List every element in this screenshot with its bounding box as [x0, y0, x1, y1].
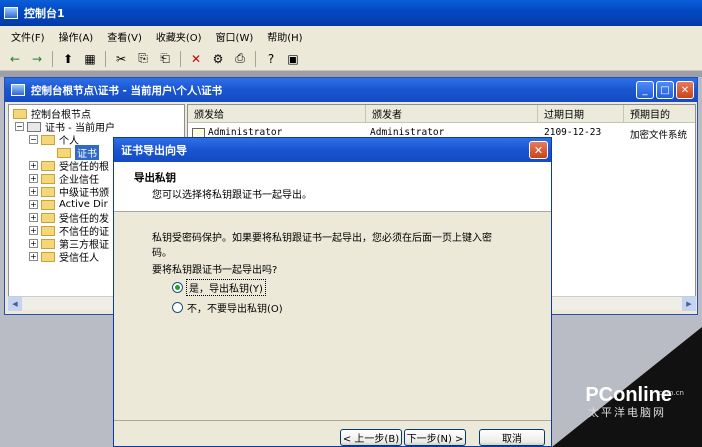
expand-icon[interactable]: + [29, 200, 38, 209]
certificate-window-title-bar[interactable]: 控制台根节点\证书 - 当前用户\个人\证书 [5, 78, 697, 102]
collapse-icon[interactable]: − [15, 122, 24, 131]
tree-node[interactable]: + 受信任人 [29, 250, 99, 264]
folder-open-icon [57, 147, 71, 158]
properties-icon[interactable]: ⚙ [209, 50, 227, 68]
folder-icon [41, 212, 55, 223]
dialog-title: 证书导出向导 [121, 144, 187, 157]
menu-help[interactable]: 帮助(H) [260, 29, 309, 44]
folder-icon [41, 199, 55, 210]
radio-label: 不，不要导出私钥(O) [187, 304, 283, 315]
menu-bar: 文件(F) 操作(A) 查看(V) 收藏夹(O) 窗口(W) 帮助(H) [0, 26, 702, 47]
toolbar-separator [180, 50, 181, 67]
close-icon[interactable]: ✕ [676, 81, 694, 99]
copy-icon[interactable]: ⎘ [134, 50, 152, 68]
folder-icon [41, 238, 55, 249]
app-title-bar[interactable]: 控制台1 [0, 0, 702, 26]
close-icon[interactable]: ✕ [529, 141, 548, 159]
window-controls: _ □ ✕ [636, 81, 694, 99]
minimize-icon[interactable]: _ [636, 81, 654, 99]
folder-icon [41, 160, 55, 171]
wizard-description: 私钥受密码保护。如果要将私钥跟证书一起导出，您必须在后面一页上键入密 码。 [152, 229, 532, 259]
expand-icon[interactable]: + [29, 226, 38, 235]
tree-node-label: Active Dir [59, 199, 108, 210]
column-header-issued-to[interactable]: 颁发给 [188, 105, 366, 123]
wizard-header: 导出私钥 您可以选择将私钥跟证书一起导出。 [114, 162, 551, 212]
cell-expiration: 2109-12-23 [544, 127, 602, 138]
collapse-icon[interactable]: − [29, 135, 38, 144]
folder-icon [41, 251, 55, 262]
maximize-icon[interactable]: □ [656, 81, 674, 99]
folder-icon [41, 225, 55, 236]
scroll-left-icon[interactable]: ◀ [8, 297, 22, 311]
watermark-subtitle: 太平洋电脑网 [588, 406, 666, 419]
wizard-question: 要将私钥跟证书一起导出吗? [152, 265, 278, 276]
back-icon[interactable]: ← [6, 50, 24, 68]
console-icon [11, 84, 25, 96]
up-folder-icon[interactable]: ⬆ [59, 50, 77, 68]
certificate-store-icon [27, 121, 41, 132]
radio-button[interactable] [172, 302, 183, 313]
radio-label: 是，导出私钥(Y) [186, 279, 266, 296]
tree-node-label: 受信任人 [59, 253, 99, 264]
expand-icon[interactable]: + [29, 174, 38, 183]
radio-button[interactable] [172, 282, 183, 293]
expand-icon[interactable]: + [29, 239, 38, 248]
folder-icon [41, 173, 55, 184]
toolbar-separator [52, 50, 53, 67]
column-header-expiration[interactable]: 过期日期 [538, 105, 624, 123]
certificate-window-title: 控制台根节点\证书 - 当前用户\个人\证书 [31, 84, 223, 97]
menu-file[interactable]: 文件(F) [4, 29, 52, 44]
cut-icon[interactable]: ✂ [112, 50, 130, 68]
folder-icon [41, 134, 55, 145]
export-list-icon[interactable]: ⎙ [231, 50, 249, 68]
wizard-heading: 导出私钥 [134, 172, 176, 184]
tree-node-label: 证书 - 当前用户 [45, 123, 115, 134]
export-wizard-dialog: 证书导出向导 ✕ 导出私钥 您可以选择将私钥跟证书一起导出。 私钥受密码保护。如… [113, 137, 552, 447]
certificate-icon [192, 127, 205, 138]
folder-icon [13, 108, 27, 119]
expand-icon[interactable]: + [29, 213, 38, 222]
radio-export-yes[interactable]: 是，导出私钥(Y) [172, 279, 266, 296]
cell-purpose: 加密文件系统 [630, 130, 688, 141]
folder-icon [41, 186, 55, 197]
help-icon[interactable]: ? [262, 50, 280, 68]
column-header-purpose[interactable]: 预期目的 [624, 105, 695, 123]
menu-action[interactable]: 操作(A) [52, 29, 101, 44]
dialog-title-bar[interactable]: 证书导出向导 [114, 138, 551, 162]
expand-icon[interactable]: + [29, 252, 38, 261]
show-tree-icon[interactable]: ▦ [81, 50, 99, 68]
paste-icon[interactable]: ⎗ [156, 50, 174, 68]
wizard-subheading: 您可以选择将私钥跟证书一起导出。 [152, 190, 312, 201]
description-line: 码。 [152, 248, 172, 259]
tree-node-label: 中级证书颁 [59, 188, 109, 199]
description-line: 私钥受密码保护。如果要将私钥跟证书一起导出，您必须在后面一页上键入密 [152, 233, 492, 244]
radio-selected-dot [175, 285, 180, 290]
toolbar: ← → ⬆ ▦ ✂ ⎘ ⎗ ✕ ⚙ ⎙ ? ▣ [0, 47, 702, 71]
menu-window[interactable]: 窗口(W) [209, 29, 261, 44]
radio-export-no[interactable]: 不，不要导出私钥(O) [172, 300, 283, 315]
console-view-icon[interactable]: ▣ [284, 50, 302, 68]
next-button[interactable]: 下一步(N) > [404, 429, 466, 446]
expand-icon[interactable]: + [29, 161, 38, 170]
toolbar-separator [255, 50, 256, 67]
delete-icon[interactable]: ✕ [187, 50, 205, 68]
scroll-right-icon[interactable]: ▶ [682, 297, 696, 311]
tree-node-personal[interactable]: − 个人 [29, 133, 79, 147]
menu-favorites[interactable]: 收藏夹(O) [149, 29, 209, 44]
cancel-button[interactable]: 取消 [479, 429, 545, 446]
menu-view[interactable]: 查看(V) [100, 29, 149, 44]
back-button[interactable]: < 上一步(B) [340, 429, 402, 446]
column-header-issuer[interactable]: 颁发者 [366, 105, 538, 123]
tree-node[interactable]: + 中级证书颁 [29, 185, 109, 199]
console-icon [4, 7, 18, 19]
toolbar-separator [105, 50, 106, 67]
expand-icon[interactable]: + [29, 187, 38, 196]
app-title: 控制台1 [24, 7, 65, 20]
forward-icon[interactable]: → [28, 50, 46, 68]
dialog-separator [114, 420, 551, 421]
